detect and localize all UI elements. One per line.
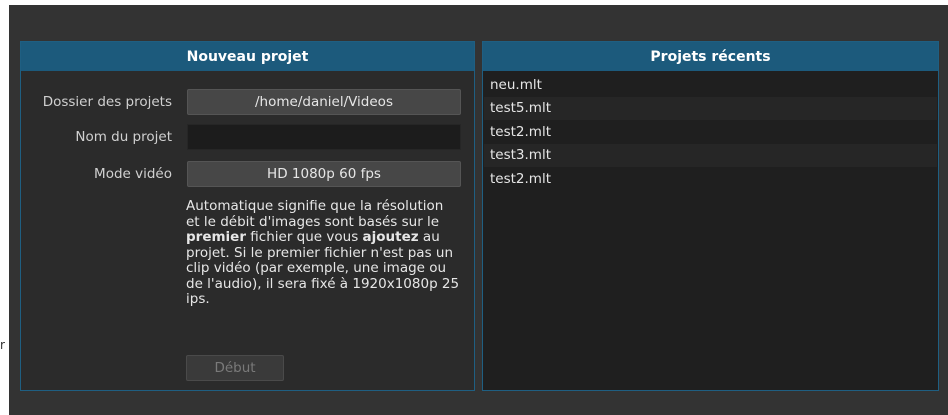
start-button[interactable]: Début (186, 355, 284, 381)
new-project-title: Nouveau projet (21, 42, 474, 71)
info-text-1: Automatique signifie que la résolution e… (186, 198, 444, 230)
video-mode-row: Mode vidéo HD 1080p 60 fps (21, 161, 474, 187)
recent-project-item[interactable]: test2.mlt (484, 167, 937, 191)
recent-projects-panel: Projets récents neu.mlt test5.mlt test2.… (482, 41, 939, 391)
video-mode-label: Mode vidéo (94, 166, 172, 182)
folder-label: Dossier des projets (42, 94, 172, 110)
info-text-2: fichier que vous (246, 229, 363, 245)
info-bold-1: premier (186, 229, 246, 245)
folder-row: Dossier des projets /home/daniel/Videos (21, 89, 474, 115)
recent-project-item[interactable]: neu.mlt (484, 73, 937, 97)
info-bold-2: ajoutez (362, 229, 419, 245)
recent-project-item[interactable]: test5.mlt (484, 96, 937, 120)
video-mode-button[interactable]: HD 1080p 60 fps (187, 161, 461, 187)
new-project-panel: Nouveau projet Dossier des projets /home… (20, 41, 475, 391)
bottom-bar (9, 395, 948, 415)
project-name-label: Nom du projet (75, 129, 172, 145)
project-name-row: Nom du projet (21, 124, 474, 150)
recent-project-item[interactable]: test3.mlt (484, 143, 937, 167)
recent-project-item[interactable]: test2.mlt (484, 120, 937, 144)
start-page: Nouveau projet Dossier des projets /home… (9, 5, 948, 415)
recent-projects-list: neu.mlt test5.mlt test2.mlt test3.mlt te… (484, 73, 937, 191)
recent-projects-title: Projets récents (483, 42, 938, 71)
folder-button[interactable]: /home/daniel/Videos (187, 89, 461, 115)
edge-fragment: r (0, 338, 5, 352)
auto-mode-info: Automatique signifie que la résolution e… (186, 198, 461, 308)
project-name-input[interactable] (187, 124, 461, 150)
